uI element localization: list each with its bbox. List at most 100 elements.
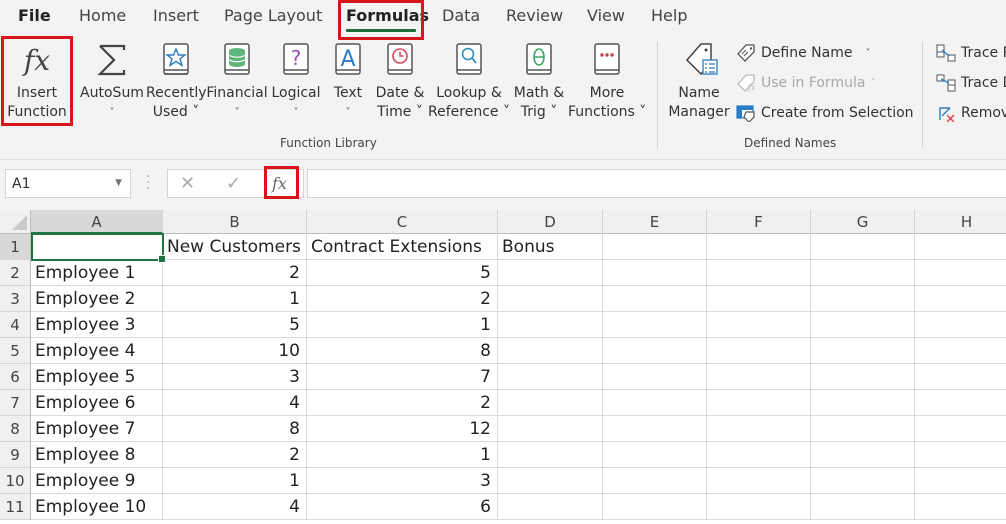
select-all-button[interactable]	[0, 210, 31, 234]
column-header-e[interactable]: E	[603, 210, 707, 234]
cell-h8[interactable]	[915, 416, 1006, 442]
cell-e10[interactable]	[603, 468, 707, 494]
column-header-h[interactable]: H	[915, 210, 1006, 234]
cell-h7[interactable]	[915, 390, 1006, 416]
cell-b8[interactable]: 8	[163, 416, 307, 442]
chevron-down-icon[interactable]: ▼	[115, 178, 122, 188]
cell-e5[interactable]	[603, 338, 707, 364]
insert-function-icon[interactable]: fx	[272, 174, 287, 193]
cell-f5[interactable]	[707, 338, 811, 364]
cell-d2[interactable]	[498, 260, 603, 286]
cell-e4[interactable]	[603, 312, 707, 338]
cell-g8[interactable]	[811, 416, 915, 442]
column-header-a[interactable]: A	[31, 210, 163, 234]
cell-a4[interactable]: Employee 3	[31, 312, 163, 338]
column-header-c[interactable]: C	[307, 210, 498, 234]
row-header[interactable]: 5	[0, 338, 31, 364]
cell-b11[interactable]: 4	[163, 494, 307, 520]
cell-a10[interactable]: Employee 9	[31, 468, 163, 494]
row-header[interactable]: 11	[0, 494, 31, 520]
trace-dependents-button[interactable]: Trace D	[936, 74, 1006, 92]
row-header[interactable]: 10	[0, 468, 31, 494]
cell-d4[interactable]	[498, 312, 603, 338]
cell-d5[interactable]	[498, 338, 603, 364]
cell-e3[interactable]	[603, 286, 707, 312]
cell-g6[interactable]	[811, 364, 915, 390]
cell-g5[interactable]	[811, 338, 915, 364]
date-time-button[interactable]: Date & Time ˅	[372, 40, 428, 122]
trace-precedents-button[interactable]: Trace P	[936, 44, 1006, 62]
cell-g10[interactable]	[811, 468, 915, 494]
cell-a5[interactable]: Employee 4	[31, 338, 163, 364]
cell-e7[interactable]	[603, 390, 707, 416]
cell-b7[interactable]: 4	[163, 390, 307, 416]
cell-c4[interactable]: 1	[307, 312, 498, 338]
cell-g1[interactable]	[811, 234, 915, 260]
enter-icon[interactable]: ✓	[226, 173, 241, 194]
column-header-d[interactable]: D	[498, 210, 603, 234]
cell-g7[interactable]	[811, 390, 915, 416]
cell-b9[interactable]: 2	[163, 442, 307, 468]
column-header-g[interactable]: G	[811, 210, 915, 234]
cell-f7[interactable]	[707, 390, 811, 416]
cell-c7[interactable]: 2	[307, 390, 498, 416]
row-header[interactable]: 3	[0, 286, 31, 312]
cell-e1[interactable]	[603, 234, 707, 260]
cell-f1[interactable]	[707, 234, 811, 260]
row-header[interactable]: 7	[0, 390, 31, 416]
cell-h5[interactable]	[915, 338, 1006, 364]
use-in-formula-button[interactable]: fx Use in Formula ˅	[736, 74, 875, 92]
column-header-b[interactable]: B	[163, 210, 307, 234]
row-header[interactable]: 9	[0, 442, 31, 468]
cell-c11[interactable]: 6	[307, 494, 498, 520]
cell-b1[interactable]: New Customers	[163, 234, 307, 260]
row-header[interactable]: 6	[0, 364, 31, 390]
cell-e2[interactable]	[603, 260, 707, 286]
tab-help[interactable]: Help	[651, 6, 687, 25]
tab-insert[interactable]: Insert	[153, 6, 199, 25]
cell-d7[interactable]	[498, 390, 603, 416]
cell-g11[interactable]	[811, 494, 915, 520]
cell-a1[interactable]	[31, 234, 163, 260]
tab-view[interactable]: View	[587, 6, 625, 25]
cell-f4[interactable]	[707, 312, 811, 338]
cell-h11[interactable]	[915, 494, 1006, 520]
resize-handle[interactable]: · · ·	[146, 170, 150, 196]
cell-a6[interactable]: Employee 5	[31, 364, 163, 390]
cell-e6[interactable]	[603, 364, 707, 390]
cell-c5[interactable]: 8	[307, 338, 498, 364]
cell-e11[interactable]	[603, 494, 707, 520]
cell-a9[interactable]: Employee 8	[31, 442, 163, 468]
create-from-selection-button[interactable]: Create from Selection	[736, 104, 914, 122]
cell-c10[interactable]: 3	[307, 468, 498, 494]
cell-f10[interactable]	[707, 468, 811, 494]
cell-h4[interactable]	[915, 312, 1006, 338]
remove-arrows-button[interactable]: Remov	[936, 104, 1006, 122]
cell-h10[interactable]	[915, 468, 1006, 494]
cell-a11[interactable]: Employee 10	[31, 494, 163, 520]
cell-h3[interactable]	[915, 286, 1006, 312]
row-header[interactable]: 4	[0, 312, 31, 338]
more-functions-button[interactable]: More Functions ˅	[568, 40, 646, 122]
insert-function-button[interactable]: fx Insert Function	[4, 40, 70, 122]
cell-h2[interactable]	[915, 260, 1006, 286]
cell-d1[interactable]: Bonus	[498, 234, 603, 260]
row-header[interactable]: 8	[0, 416, 31, 442]
cell-f11[interactable]	[707, 494, 811, 520]
cell-d3[interactable]	[498, 286, 603, 312]
autosum-button[interactable]: AutoSum ˅	[80, 40, 144, 122]
cell-d9[interactable]	[498, 442, 603, 468]
cell-a8[interactable]: Employee 7	[31, 416, 163, 442]
row-header[interactable]: 1	[0, 234, 31, 260]
tab-review[interactable]: Review	[506, 6, 563, 25]
cell-c8[interactable]: 12	[307, 416, 498, 442]
cell-c2[interactable]: 5	[307, 260, 498, 286]
cell-b5[interactable]: 10	[163, 338, 307, 364]
cell-a2[interactable]: Employee 1	[31, 260, 163, 286]
cell-d8[interactable]	[498, 416, 603, 442]
cell-g2[interactable]	[811, 260, 915, 286]
text-button[interactable]: A Text ˅	[328, 40, 368, 122]
define-name-button[interactable]: Define Name ˅	[736, 44, 870, 62]
lookup-reference-button[interactable]: Lookup & Reference ˅	[428, 40, 510, 122]
cell-a3[interactable]: Employee 2	[31, 286, 163, 312]
